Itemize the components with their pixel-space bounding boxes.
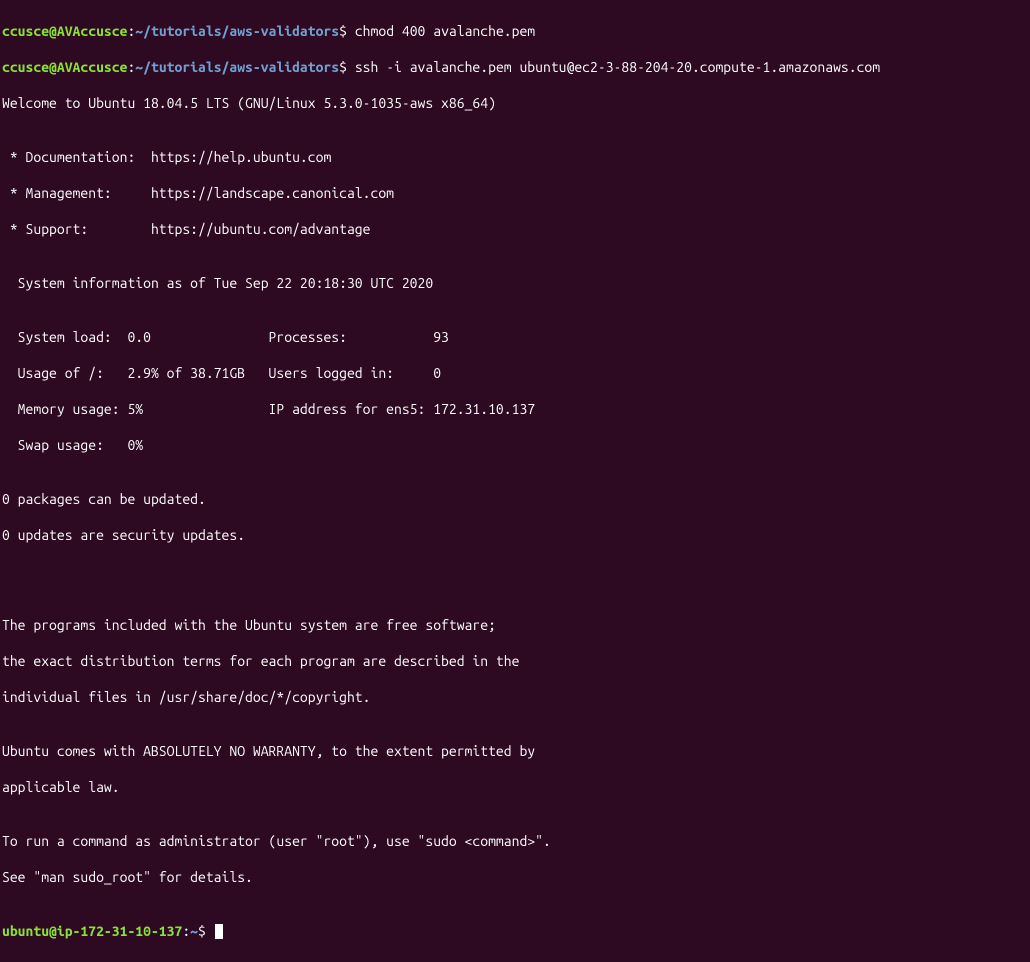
output-line: 0 updates are security updates.: [2, 526, 1028, 544]
command-ssh: ssh -i avalanche.pem ubuntu@ec2-3-88-204…: [355, 59, 880, 75]
user-host-1: ccusce@AVAccusce: [2, 23, 127, 39]
user-host-2: ccusce@AVAccusce: [2, 59, 127, 75]
output-line: System load: 0.0 Processes: 93: [2, 328, 1028, 346]
output-line: * Documentation: https://help.ubuntu.com: [2, 148, 1028, 166]
output-line: See "man sudo_root" for details.: [2, 868, 1028, 886]
path-2: ~/tutorials/aws-validators: [135, 59, 339, 75]
output-line: To run a command as administrator (user …: [2, 832, 1028, 850]
prompt-line-2: ccusce@AVAccusce:~/tutorials/aws-validat…: [2, 58, 1028, 76]
output-line: Usage of /: 2.9% of 38.71GB Users logged…: [2, 364, 1028, 382]
output-line: Ubuntu comes with ABSOLUTELY NO WARRANTY…: [2, 742, 1028, 760]
prompt-line-3[interactable]: ubuntu@ip-172-31-10-137:~$: [2, 922, 1028, 940]
command-chmod: chmod 400 avalanche.pem: [355, 23, 535, 39]
output-line: Swap usage: 0%: [2, 436, 1028, 454]
output-line: Welcome to Ubuntu 18.04.5 LTS (GNU/Linux…: [2, 94, 1028, 112]
output-line: the exact distribution terms for each pr…: [2, 652, 1028, 670]
cursor-icon: [215, 924, 223, 939]
path-1: ~/tutorials/aws-validators: [135, 23, 339, 39]
output-line: * Management: https://landscape.canonica…: [2, 184, 1028, 202]
output-line: Memory usage: 5% IP address for ens5: 17…: [2, 400, 1028, 418]
output-line: * Support: https://ubuntu.com/advantage: [2, 220, 1028, 238]
terminal[interactable]: ccusce@AVAccusce:~/tutorials/aws-validat…: [0, 0, 1030, 962]
prompt-line-1: ccusce@AVAccusce:~/tutorials/aws-validat…: [2, 22, 1028, 40]
output-line: applicable law.: [2, 778, 1028, 796]
output-line: The programs included with the Ubuntu sy…: [2, 616, 1028, 634]
output-line: System information as of Tue Sep 22 20:1…: [2, 274, 1028, 292]
user-host-3: ubuntu@ip-172-31-10-137: [2, 923, 182, 939]
output-line: individual files in /usr/share/doc/*/cop…: [2, 688, 1028, 706]
path-3: ~: [190, 923, 198, 939]
output-line: 0 packages can be updated.: [2, 490, 1028, 508]
